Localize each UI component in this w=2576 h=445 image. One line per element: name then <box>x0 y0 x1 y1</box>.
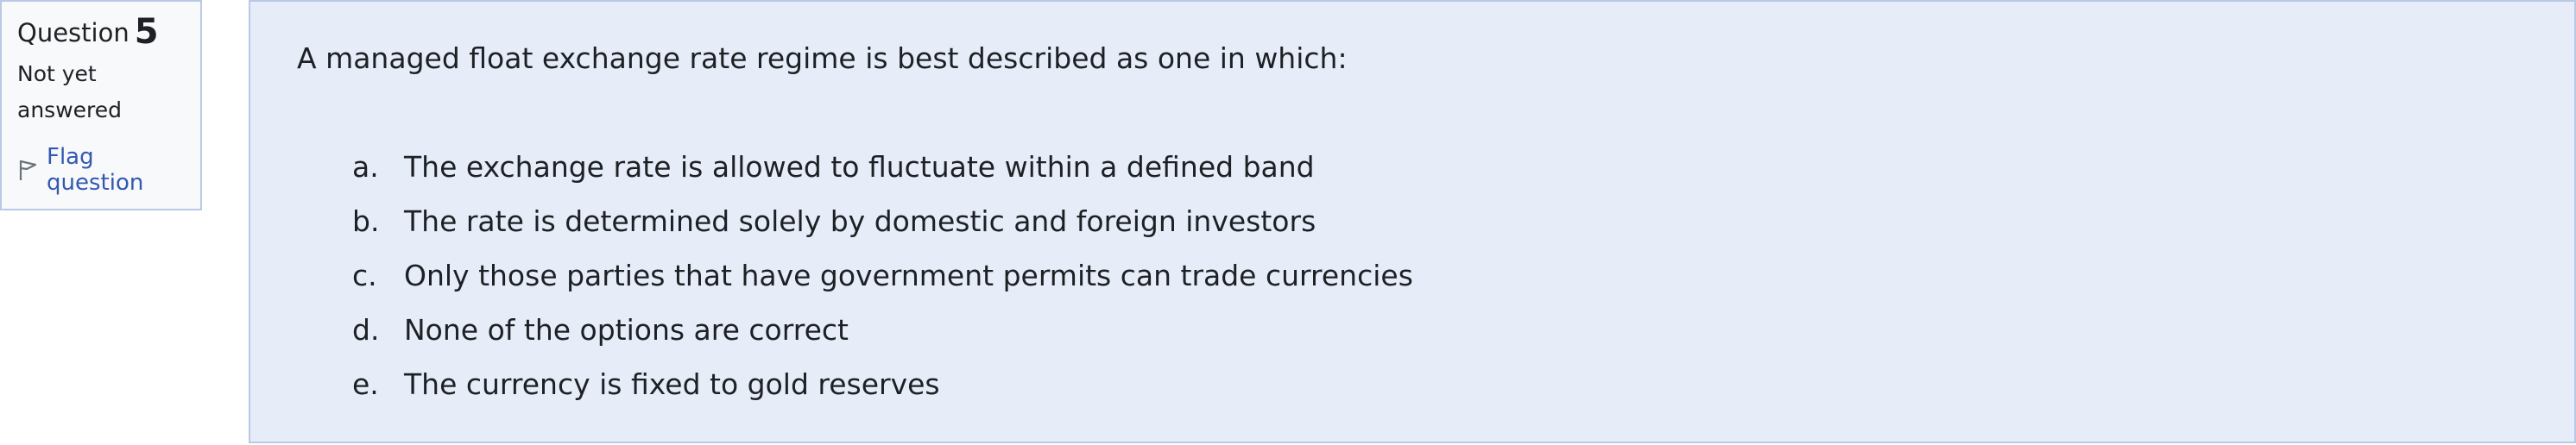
question-info-panel: Question 5 Not yet answered Flag question <box>0 0 202 210</box>
answer-option-c[interactable]: c. Only those parties that have governme… <box>352 248 1413 303</box>
answer-text: The exchange rate is allowed to fluctuat… <box>404 150 1315 184</box>
flag-icon <box>17 158 40 182</box>
question-state-line-1: Not yet <box>17 61 97 86</box>
question-text: A managed float exchange rate regime is … <box>297 41 1348 75</box>
answer-letter: c. <box>352 259 377 292</box>
answer-option-e[interactable]: e. The currency is fixed to gold reserve… <box>352 357 1413 411</box>
answer-option-a[interactable]: a. The exchange rate is allowed to fluct… <box>352 140 1413 194</box>
question-state: Not yet answered <box>17 56 185 128</box>
question-label: Question <box>17 18 129 47</box>
answer-letter: d. <box>352 313 380 347</box>
question-heading: Question 5 <box>17 15 185 49</box>
question-state-line-2: answered <box>17 97 122 122</box>
answer-list: a. The exchange rate is allowed to fluct… <box>352 140 1413 411</box>
answer-text: None of the options are correct <box>404 313 849 347</box>
answer-text: The currency is fixed to gold reserves <box>404 367 940 401</box>
answer-letter: b. <box>352 204 380 238</box>
answer-option-b[interactable]: b. The rate is determined solely by dome… <box>352 194 1413 248</box>
answer-letter: a. <box>352 150 379 184</box>
flag-question-link[interactable]: Flag question <box>17 144 185 196</box>
question-number: 5 <box>134 12 159 52</box>
answer-option-d[interactable]: d. None of the options are correct <box>352 303 1413 357</box>
answer-text: The rate is determined solely by domesti… <box>404 204 1316 238</box>
answer-text: Only those parties that have government … <box>404 259 1413 292</box>
question-content-panel: A managed float exchange rate regime is … <box>249 0 2576 443</box>
flag-question-label: Flag question <box>47 144 144 196</box>
answer-letter: e. <box>352 367 379 401</box>
